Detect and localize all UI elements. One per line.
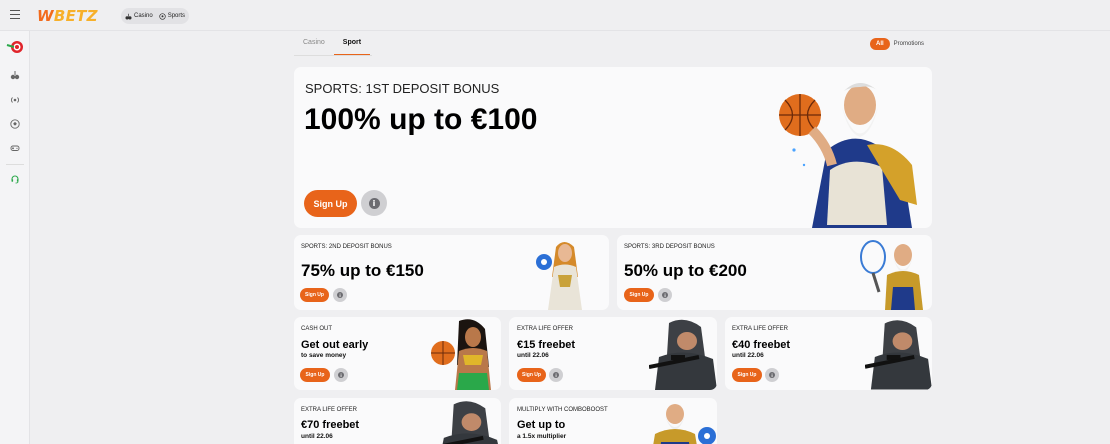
- category-tabs: Casino Sport: [294, 33, 371, 56]
- rail-divider: [6, 164, 24, 165]
- sniper-soldier-art: [865, 320, 932, 390]
- promo-card-extra-life-40[interactable]: EXTRA LIFE OFFER €40 freebet until 22.06…: [725, 317, 932, 390]
- promo-headline: Get out early: [301, 339, 369, 351]
- live-icon[interactable]: [9, 94, 21, 106]
- promo-subline: to save money: [301, 352, 347, 359]
- info-icon: i: [769, 372, 775, 378]
- promo-card-cash-out[interactable]: CASH OUT Get out early to save money Sig…: [294, 317, 501, 390]
- promo-kicker: EXTRA LIFE OFFER: [732, 326, 789, 332]
- top-bar: WBETZ Casino Sports: [0, 0, 1110, 31]
- support-icon[interactable]: [9, 173, 21, 185]
- info-button[interactable]: i: [361, 190, 387, 216]
- sports-link[interactable]: Sports: [159, 12, 185, 20]
- tabs-underline: [294, 55, 372, 56]
- filter-all-button[interactable]: All: [870, 38, 890, 50]
- promo-card-extra-life-70[interactable]: EXTRA LIFE OFFER €70 freebet until 22.06: [294, 398, 501, 444]
- info-button[interactable]: i: [549, 368, 563, 382]
- menu-icon[interactable]: [10, 10, 20, 19]
- sports-icon: [159, 12, 166, 20]
- casino-icon: [125, 13, 132, 20]
- promo-headline: 75% up to €150: [301, 261, 424, 280]
- info-icon: i: [553, 372, 559, 378]
- promo-subline: until 22.06: [301, 433, 333, 440]
- promo-kicker: SPORTS: 3RD DEPOSIT BONUS: [624, 244, 715, 250]
- promo-kicker: SPORTS: 1ST DEPOSIT BONUS: [305, 81, 500, 96]
- gamepad-icon[interactable]: [9, 142, 21, 154]
- sign-up-button[interactable]: Sign Up: [732, 368, 762, 382]
- info-icon: i: [337, 292, 343, 298]
- top-nav: Casino Sports: [121, 8, 190, 24]
- zeus-football-art: [653, 404, 716, 444]
- casino-icon[interactable]: [9, 69, 21, 81]
- promo-card-extra-life-15[interactable]: EXTRA LIFE OFFER €15 freebet until 22.06…: [509, 317, 717, 390]
- info-icon: i: [662, 292, 668, 298]
- promo-kicker: EXTRA LIFE OFFER: [517, 326, 574, 332]
- info-icon: i: [338, 372, 344, 378]
- info-button[interactable]: i: [334, 368, 348, 382]
- promo-card-2nd-deposit[interactable]: SPORTS: 2ND DEPOSIT BONUS 75% up to €150…: [294, 235, 609, 310]
- filter-promotions-button[interactable]: Promotions: [894, 41, 924, 47]
- sniper-soldier-art: [442, 401, 498, 444]
- promo-card-1st-deposit[interactable]: SPORTS: 1ST DEPOSIT BONUS 100% up to €10…: [294, 67, 932, 228]
- sign-up-button[interactable]: Sign Up: [300, 368, 330, 382]
- zeus-tennis-art: [860, 240, 923, 310]
- promo-card-comboboost[interactable]: MULTIPLY WITH COMBOBOOST Get up to a 1.5…: [509, 398, 717, 444]
- promo-headline: 50% up to €200: [624, 261, 747, 280]
- promo-headline: €15 freebet: [517, 339, 576, 351]
- info-icon: i: [368, 197, 380, 209]
- promo-filter: All Promotions: [870, 38, 924, 50]
- info-button[interactable]: i: [765, 368, 779, 382]
- promo-subline: until 22.06: [732, 352, 764, 359]
- promo-card-3rd-deposit[interactable]: SPORTS: 3RD DEPOSIT BONUS 50% up to €200…: [617, 235, 932, 310]
- promo-kicker: SPORTS: 2ND DEPOSIT BONUS: [301, 244, 392, 250]
- football-icon[interactable]: [9, 118, 21, 130]
- sniper-soldier-art: [649, 319, 717, 390]
- roulette-icon[interactable]: [6, 39, 24, 55]
- tab-sport[interactable]: Sport: [333, 33, 371, 56]
- casino-link[interactable]: Casino: [125, 13, 153, 20]
- promo-headline: Get up to: [517, 419, 566, 431]
- sign-up-button[interactable]: Sign Up: [304, 190, 357, 217]
- promo-kicker: CASH OUT: [301, 326, 333, 332]
- sign-up-button[interactable]: Sign Up: [624, 288, 654, 302]
- promo-headline: 100% up to €100: [304, 103, 538, 136]
- promo-kicker: MULTIPLY WITH COMBOBOOST: [517, 407, 608, 413]
- brand-logo[interactable]: WBETZ: [37, 7, 98, 25]
- warrior-basketball-art: [431, 319, 491, 390]
- zeus-basketball-art: [779, 83, 917, 228]
- goddess-football-art: [536, 242, 582, 310]
- left-rail: [0, 31, 30, 444]
- promo-kicker: EXTRA LIFE OFFER: [301, 407, 358, 413]
- promo-headline: €40 freebet: [732, 339, 791, 351]
- info-button[interactable]: i: [658, 288, 672, 302]
- tab-casino[interactable]: Casino: [294, 33, 334, 56]
- sign-up-button[interactable]: Sign Up: [517, 368, 546, 382]
- promo-subline: a 1.5x multiplier: [517, 433, 567, 440]
- info-button[interactable]: i: [333, 288, 347, 302]
- sign-up-button[interactable]: Sign Up: [300, 288, 329, 302]
- promo-headline: €70 freebet: [301, 419, 360, 431]
- promo-subline: until 22.06: [517, 352, 549, 359]
